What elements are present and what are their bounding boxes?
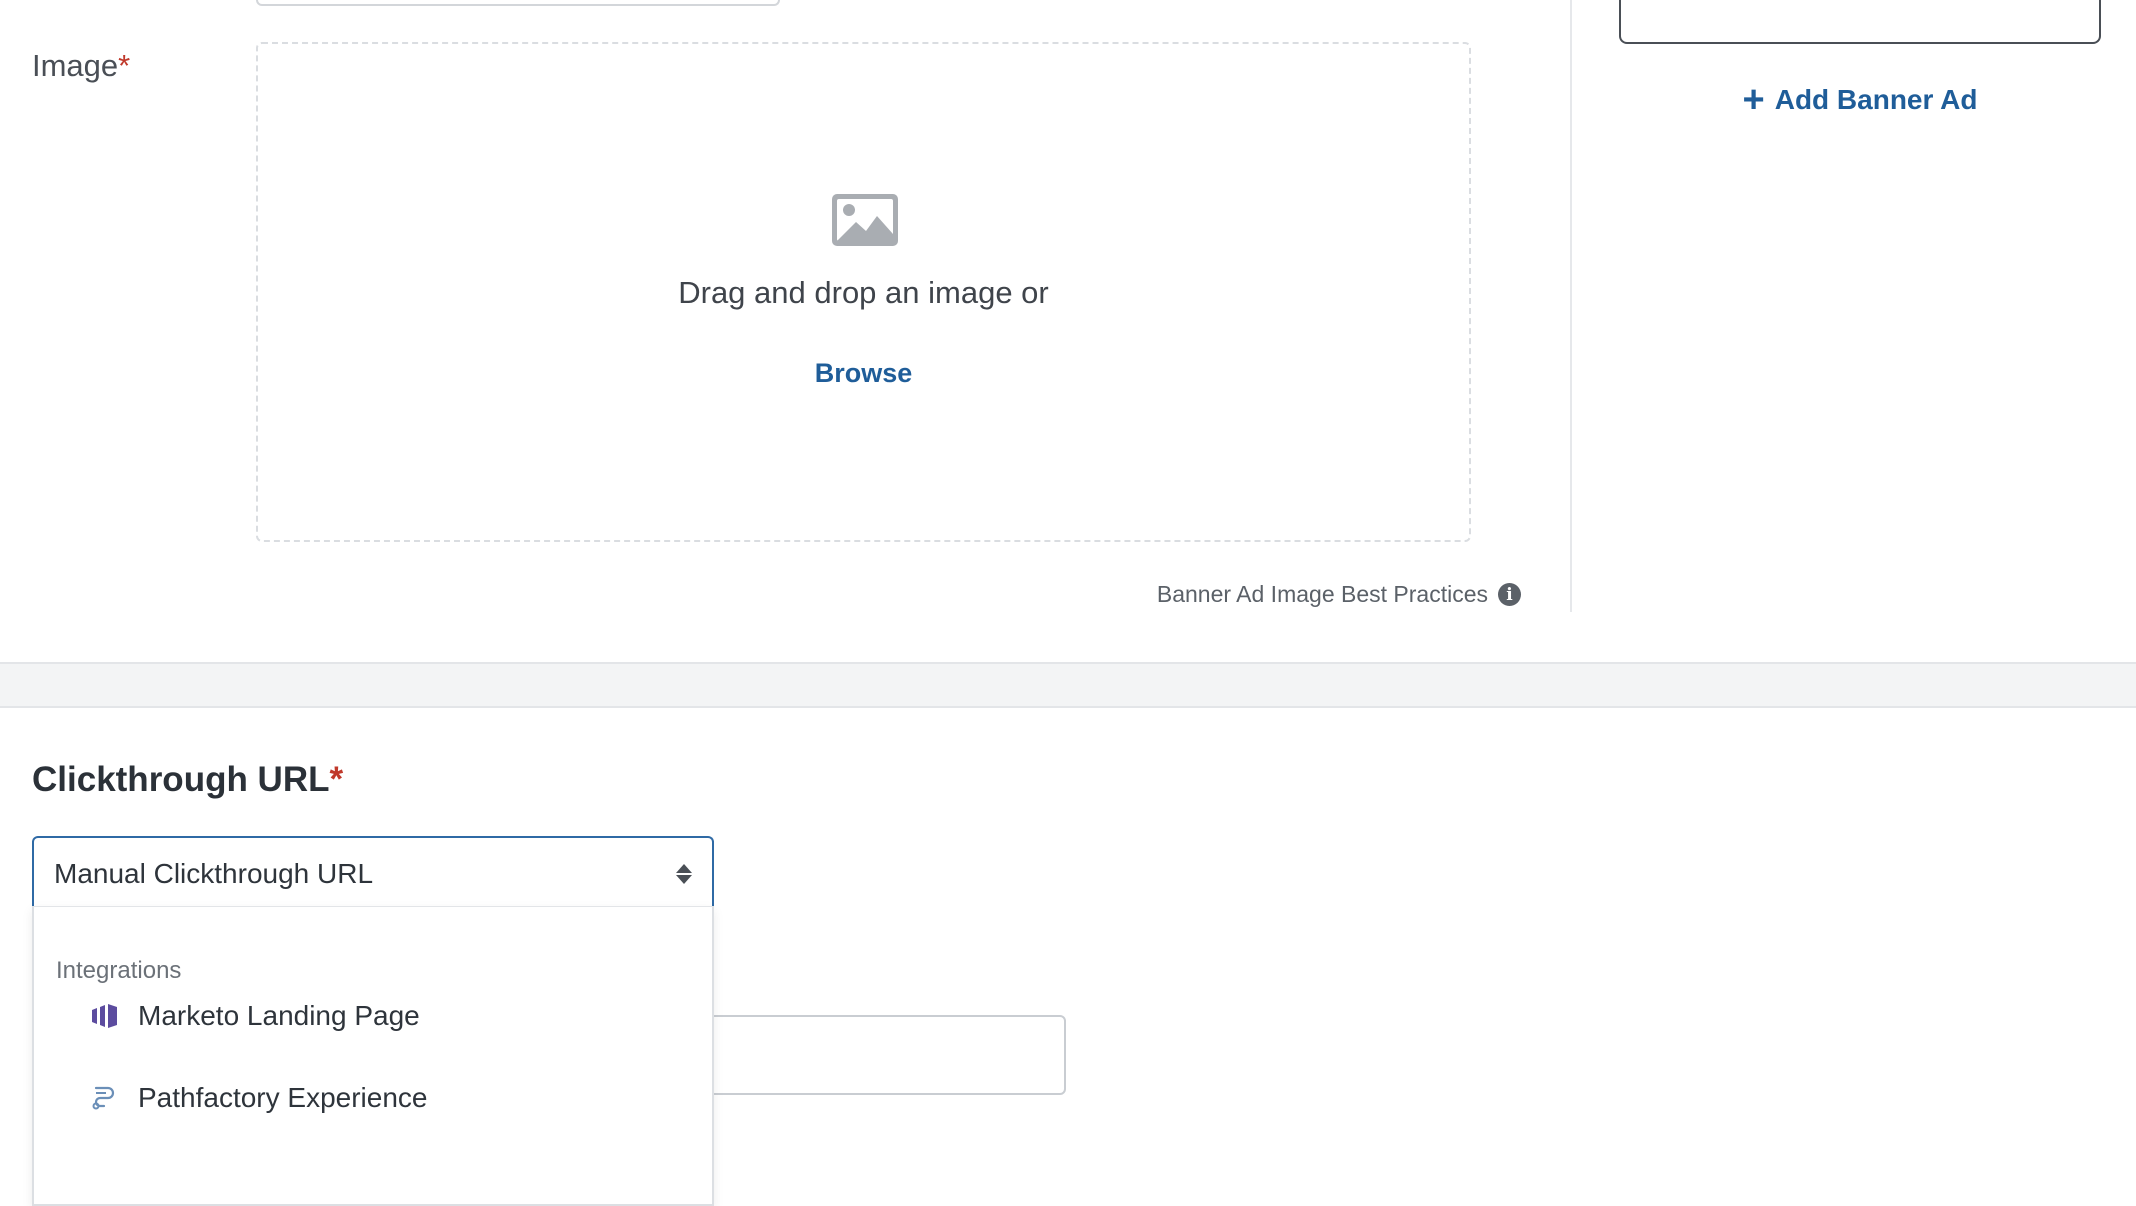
best-practices-label: Banner Ad Image Best Practices xyxy=(1156,581,1488,607)
clickthrough-dropdown-menu: Integrations Marketo Landing Page Pathfa… xyxy=(32,906,714,1206)
required-marker: * xyxy=(329,760,344,799)
plus-icon: + xyxy=(1742,79,1765,121)
marketo-icon xyxy=(90,1001,120,1031)
clickthrough-title: Clickthrough URL* xyxy=(32,760,344,799)
option-marketo-landing-page[interactable]: Marketo Landing Page xyxy=(34,981,712,1051)
add-banner-ad-button[interactable]: + Add Banner Ad xyxy=(1619,79,2101,121)
select-value: Manual Clickthrough URL xyxy=(54,858,374,889)
banner-ad-preview-card[interactable] xyxy=(1619,0,2101,44)
required-marker: * xyxy=(118,48,131,83)
best-practices-link[interactable]: Banner Ad Image Best Practices i xyxy=(1157,581,1521,608)
browse-link[interactable]: Browse xyxy=(815,358,913,388)
select-arrows-icon xyxy=(676,864,692,884)
option-label: Pathfactory Experience xyxy=(138,1082,428,1113)
add-banner-ad-label: Add Banner Ad xyxy=(1774,84,1978,115)
pathfactory-icon xyxy=(90,1083,120,1113)
column-divider xyxy=(1570,0,1572,612)
dropzone-instructions: Drag and drop an image or xyxy=(678,275,1049,310)
option-pathfactory-experience[interactable]: Pathfactory Experience xyxy=(34,1063,712,1133)
previous-field-input[interactable] xyxy=(256,0,780,6)
option-label: Marketo Landing Page xyxy=(138,1000,420,1031)
section-separator xyxy=(0,662,2136,708)
banner-ad-form-section: Image* Drag and drop an image or Browse … xyxy=(0,0,2136,662)
info-icon[interactable]: i xyxy=(1498,583,1521,606)
clickthrough-type-select[interactable]: Manual Clickthrough URL xyxy=(32,836,714,910)
image-placeholder-icon xyxy=(832,194,898,246)
image-field-label: Image* xyxy=(32,48,131,83)
browse-container: Browse xyxy=(256,358,1471,389)
